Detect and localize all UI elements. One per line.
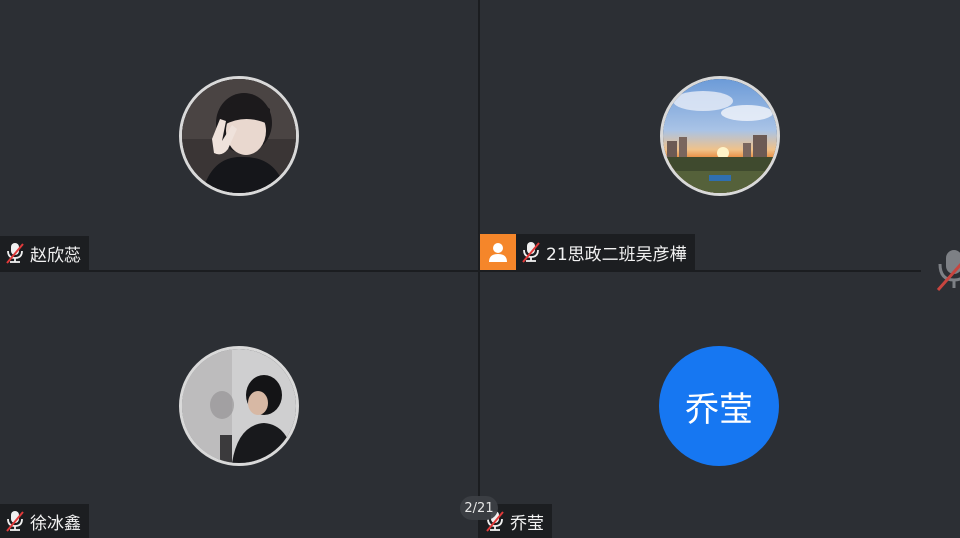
grid-divider xyxy=(0,270,921,272)
mic-muted-icon xyxy=(518,235,544,269)
video-grid: 赵欣蕊 21思政二班吴彦樺 徐冰鑫 乔莹 乔莹 2/21 xyxy=(0,0,960,538)
participant-tile[interactable]: 徐冰鑫 xyxy=(0,272,478,538)
participant-tile[interactable]: 赵欣蕊 xyxy=(0,0,478,270)
participant-name: 徐冰鑫 xyxy=(30,513,81,534)
participant-name: 21思政二班吴彦樺 xyxy=(546,244,687,265)
participant-avatar xyxy=(179,346,299,466)
mic-muted-icon xyxy=(2,504,28,538)
participant-avatar xyxy=(179,76,299,196)
participant-tile[interactable]: 21思政二班吴彦樺 xyxy=(480,0,921,270)
host-badge-icon xyxy=(480,234,516,270)
participant-nameplate: 徐冰鑫 xyxy=(0,504,89,538)
participant-avatar xyxy=(660,76,780,196)
participant-nameplate: 赵欣蕊 xyxy=(0,236,89,270)
participant-name: 乔莹 xyxy=(510,513,544,534)
mic-muted-icon xyxy=(2,236,28,270)
page-indicator[interactable]: 2/21 xyxy=(460,496,498,520)
participant-name: 赵欣蕊 xyxy=(30,245,81,266)
mic-muted-icon[interactable] xyxy=(936,246,960,294)
participant-initials-avatar: 乔莹 xyxy=(659,346,779,466)
participant-nameplate: 21思政二班吴彦樺 xyxy=(480,234,695,270)
grid-divider xyxy=(478,0,480,538)
participant-tile[interactable]: 乔莹 乔莹 xyxy=(480,272,960,538)
